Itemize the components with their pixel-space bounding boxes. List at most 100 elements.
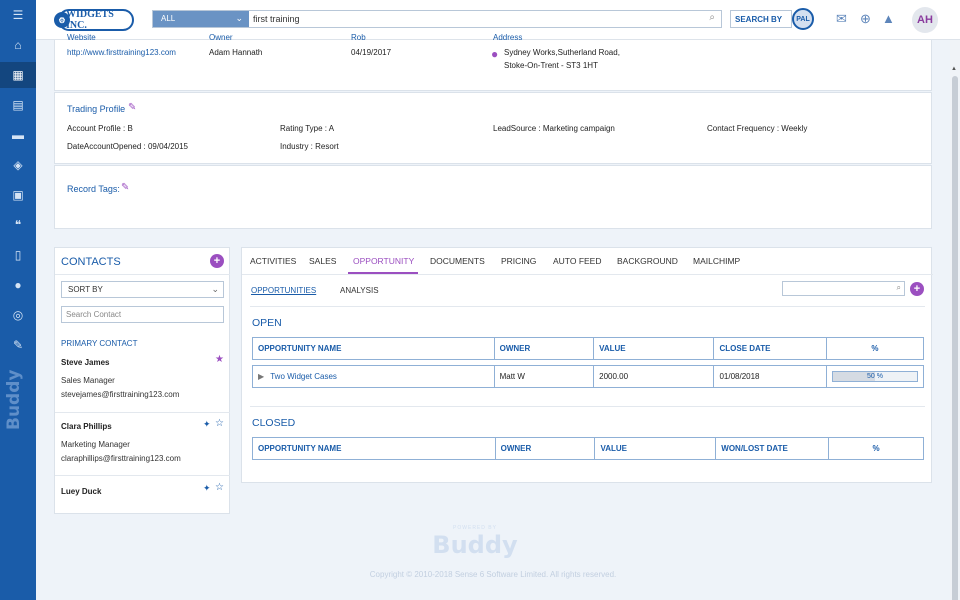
mail-icon[interactable]: ✉ bbox=[836, 11, 847, 27]
contact-role: Sales Manager bbox=[61, 376, 115, 385]
open-opportunities-table: OPPORTUNITY NAME OWNER VALUE CLOSE DATE … bbox=[252, 337, 925, 388]
contact-name[interactable]: Clara Phillips bbox=[61, 422, 112, 431]
record-tags-card: Record Tags: ✎ bbox=[54, 165, 932, 229]
map-pin-icon: ● bbox=[491, 47, 499, 61]
expand-caret-icon[interactable]: ▶ bbox=[258, 372, 264, 381]
opportunity-name-link[interactable]: Two Widget Cases bbox=[270, 372, 337, 381]
table-header-row: OPPORTUNITY NAME OWNER VALUE WON/LOST DA… bbox=[252, 437, 924, 460]
contacts-panel: CONTACTS + SORT BY ⌄ PRIMARY CONTACT Ste… bbox=[54, 247, 230, 514]
column-header[interactable]: OPPORTUNITY NAME bbox=[252, 437, 496, 460]
tab-mailchimp[interactable]: MAILCHIMP bbox=[693, 256, 740, 266]
target-icon[interactable]: ◎ bbox=[0, 302, 36, 328]
owner-cell: Matt W bbox=[493, 365, 595, 388]
bell-icon[interactable]: ▲ bbox=[882, 11, 895, 26]
tab-sales[interactable]: SALES bbox=[309, 256, 336, 266]
left-nav-rail: ☰ ⌂ ▦ ▤ ▬ ◈ ▣ ❝ ▯ ● ◎ ✎ Buddy bbox=[0, 0, 36, 600]
notes-icon[interactable]: ▬ bbox=[0, 122, 36, 148]
wrench-icon[interactable]: ✎ bbox=[0, 332, 36, 358]
menu-icon[interactable]: ☰ bbox=[0, 2, 36, 28]
tab-background[interactable]: BACKGROUND bbox=[617, 256, 678, 266]
tab-pricing[interactable]: PRICING bbox=[501, 256, 536, 266]
home-icon[interactable]: ⌂ bbox=[0, 32, 36, 58]
subtab-opportunities[interactable]: OPPORTUNITIES bbox=[251, 286, 316, 295]
column-header[interactable]: VALUE bbox=[594, 437, 717, 460]
scroll-thumb[interactable] bbox=[952, 76, 958, 600]
column-header[interactable]: VALUE bbox=[593, 337, 715, 360]
star-filled-icon[interactable]: ★ bbox=[215, 354, 224, 365]
column-header[interactable]: OWNER bbox=[494, 437, 596, 460]
tag-icon[interactable]: ◈ bbox=[0, 152, 36, 178]
contact-role: Marketing Manager bbox=[61, 440, 130, 449]
primary-contact-label: PRIMARY CONTACT bbox=[61, 339, 138, 348]
opportunity-panel: ACTIVITIES SALES OPPORTUNITY DOCUMENTS P… bbox=[241, 247, 933, 483]
close-date-cell: 01/08/2018 bbox=[713, 365, 827, 388]
add-opportunity-icon[interactable]: + bbox=[910, 282, 924, 296]
account-details-card: Website http://www.firsttraining123.com … bbox=[54, 33, 932, 91]
subtab-analysis[interactable]: ANALYSIS bbox=[340, 286, 379, 295]
column-header[interactable]: % bbox=[828, 437, 924, 460]
chevron-down-icon: ⌄ bbox=[211, 284, 219, 294]
pin-icon[interactable]: ✦ bbox=[203, 419, 211, 430]
address-line2: Stoke-On-Trent - ST3 1HT bbox=[504, 61, 598, 70]
search-by-button[interactable]: SEARCH BY bbox=[730, 10, 792, 28]
trading-profile-title: Trading Profile bbox=[67, 104, 126, 114]
accounts-icon[interactable]: ▦ bbox=[0, 62, 36, 88]
footer-buddy-logo: POWERED BY Buddy bbox=[432, 525, 518, 559]
column-header[interactable]: % bbox=[825, 337, 925, 360]
owner-value: Adam Hannath bbox=[209, 48, 263, 57]
search-icon[interactable]: ⌕ bbox=[709, 12, 715, 23]
value-cell: 2000.00 bbox=[593, 365, 715, 388]
rail-buddy-logo: Buddy bbox=[4, 369, 24, 431]
column-header[interactable]: CLOSE DATE bbox=[713, 337, 827, 360]
open-section-title: OPEN bbox=[252, 317, 282, 329]
global-search: ALL ⌄ ⌕ bbox=[152, 10, 722, 28]
page-scrollbar[interactable]: ▲ bbox=[950, 40, 960, 600]
pal-badge[interactable]: PAL bbox=[792, 8, 814, 30]
contacts-title: CONTACTS bbox=[61, 256, 121, 268]
closed-opportunities-table: OPPORTUNITY NAME OWNER VALUE WON/LOST DA… bbox=[252, 437, 924, 460]
contact-email[interactable]: claraphillips@firsttraining123.com bbox=[61, 454, 181, 463]
closed-section-title: CLOSED bbox=[252, 417, 296, 429]
column-header[interactable]: WON/LOST DATE bbox=[715, 437, 830, 460]
table-header-row: OPPORTUNITY NAME OWNER VALUE CLOSE DATE … bbox=[252, 337, 925, 360]
calendar-icon[interactable]: ▤ bbox=[0, 92, 36, 118]
pin-icon[interactable]: ✦ bbox=[203, 483, 211, 494]
tab-activities[interactable]: ACTIVITIES bbox=[250, 256, 296, 266]
edit-icon[interactable]: ✎ bbox=[121, 182, 129, 193]
search-input[interactable] bbox=[253, 12, 693, 26]
sort-by-select[interactable]: SORT BY ⌄ bbox=[61, 281, 224, 298]
brand-logo[interactable]: ⚙ WIDGETS INC. bbox=[54, 9, 134, 31]
inbox-icon[interactable]: ▣ bbox=[0, 182, 36, 208]
gear-logo-icon: ⚙ bbox=[54, 12, 70, 28]
table-row[interactable]: ▶ Two Widget Cases Matt W 2000.00 01/08/… bbox=[252, 365, 925, 388]
contact-search-input[interactable] bbox=[61, 306, 224, 323]
search-scope-select[interactable]: ALL ⌄ bbox=[153, 11, 249, 27]
record-tags-title: Record Tags: bbox=[67, 184, 120, 194]
search-icon: ⌕ bbox=[896, 283, 901, 292]
website-link[interactable]: http://www.firsttraining123.com bbox=[67, 48, 176, 57]
column-header[interactable]: OWNER bbox=[493, 337, 595, 360]
star-outline-icon[interactable]: ☆ bbox=[215, 418, 224, 429]
tab-auto-feed[interactable]: AUTO FEED bbox=[553, 256, 602, 266]
active-tab-indicator bbox=[348, 272, 418, 274]
rob-value: 04/19/2017 bbox=[351, 48, 392, 57]
quote-icon[interactable]: ❝ bbox=[0, 212, 36, 238]
probability-progress-bar: 50 % bbox=[831, 371, 918, 382]
tab-opportunity[interactable]: OPPORTUNITY bbox=[353, 256, 414, 266]
user-icon[interactable]: ● bbox=[0, 272, 36, 298]
tab-documents[interactable]: DOCUMENTS bbox=[430, 256, 485, 266]
document-icon[interactable]: ▯ bbox=[0, 242, 36, 268]
user-avatar[interactable]: AH bbox=[912, 7, 938, 33]
contact-name[interactable]: Steve James bbox=[61, 358, 109, 367]
trading-profile-card: Trading Profile ✎ Account Profile : B Ra… bbox=[54, 92, 932, 164]
add-contact-icon[interactable]: + bbox=[210, 254, 224, 268]
chevron-down-icon: ⌄ bbox=[235, 13, 243, 23]
opportunity-search-input[interactable]: ⌕ bbox=[782, 281, 905, 296]
star-outline-icon[interactable]: ☆ bbox=[215, 482, 224, 493]
contact-email[interactable]: stevejames@firsttraining123.com bbox=[61, 390, 179, 399]
contact-name[interactable]: Luey Duck bbox=[61, 487, 101, 496]
edit-icon[interactable]: ✎ bbox=[128, 102, 136, 113]
add-circle-icon[interactable]: ⊕ bbox=[860, 11, 871, 27]
column-header[interactable]: OPPORTUNITY NAME bbox=[252, 337, 495, 360]
scroll-up-icon[interactable]: ▲ bbox=[951, 66, 957, 72]
